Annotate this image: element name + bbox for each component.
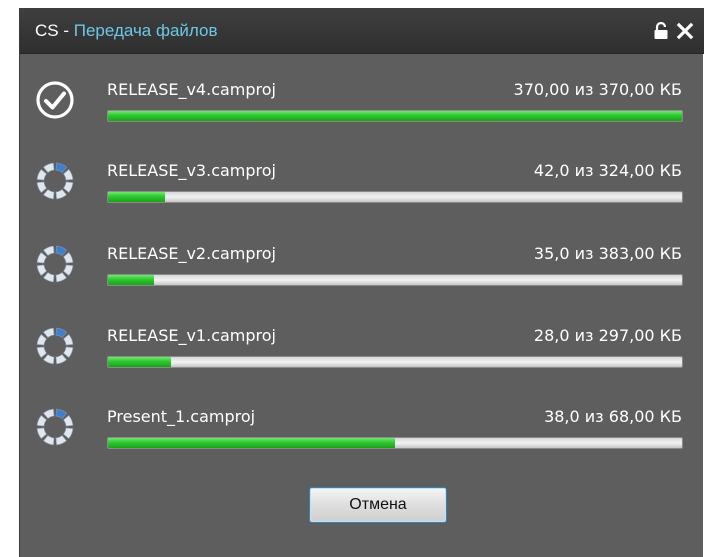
progress-bar-fill [108,111,682,121]
file-transfer-item: RELEASE_v4.camproj 370,00 из 370,00 КБ [20,68,704,148]
progress-bar [107,274,683,286]
file-size-progress: 42,0 из 324,00 КБ [533,161,682,180]
file-name: RELEASE_v3.camproj [107,161,276,180]
file-transfer-window: CS - Передача файлов RELEASE_v4.camproj 3… [19,8,704,557]
title-app-name: CS [35,21,59,40]
spinner-icon [35,407,75,447]
progress-bar-fill [108,275,154,285]
progress-bar-fill [108,192,166,202]
file-name: Present_1.camproj [107,407,256,426]
file-transfer-item: RELEASE_v1.camproj 28,0 из 297,00 КБ [20,314,704,394]
file-name: RELEASE_v4.camproj [107,80,276,99]
progress-bar [107,437,683,449]
progress-bar [107,356,683,368]
file-size-progress: 38,0 из 68,00 КБ [544,407,682,426]
progress-bar [107,110,683,122]
progress-bar [107,191,683,203]
progress-bar-fill [108,357,172,367]
spinner-icon [35,244,75,284]
file-transfer-item: RELEASE_v3.camproj 42,0 из 324,00 КБ [20,149,704,229]
title-window-name: Передача файлов [73,21,218,40]
file-transfer-item: RELEASE_v2.camproj 35,0 из 383,00 КБ [20,232,704,312]
checkmark-circle-icon [35,80,75,120]
file-name: RELEASE_v2.camproj [107,244,276,263]
title-separator: - [58,21,74,40]
file-name: RELEASE_v1.camproj [107,326,276,345]
close-icon[interactable] [676,22,694,40]
file-size-progress: 28,0 из 297,00 КБ [533,326,682,345]
title-bar[interactable]: CS - Передача файлов [20,8,704,54]
file-transfer-item: Present_1.camproj 38,0 из 68,00 КБ [20,395,704,475]
window-title: CS - Передача файлов [35,20,218,42]
file-size-progress: 370,00 из 370,00 КБ [513,80,682,99]
file-size-progress: 35,0 из 383,00 КБ [533,244,682,263]
lock-icon[interactable] [653,22,669,40]
progress-bar-fill [108,438,395,448]
cancel-button[interactable]: Отмена [309,487,447,523]
spinner-icon [35,326,75,366]
spinner-icon [35,161,75,201]
